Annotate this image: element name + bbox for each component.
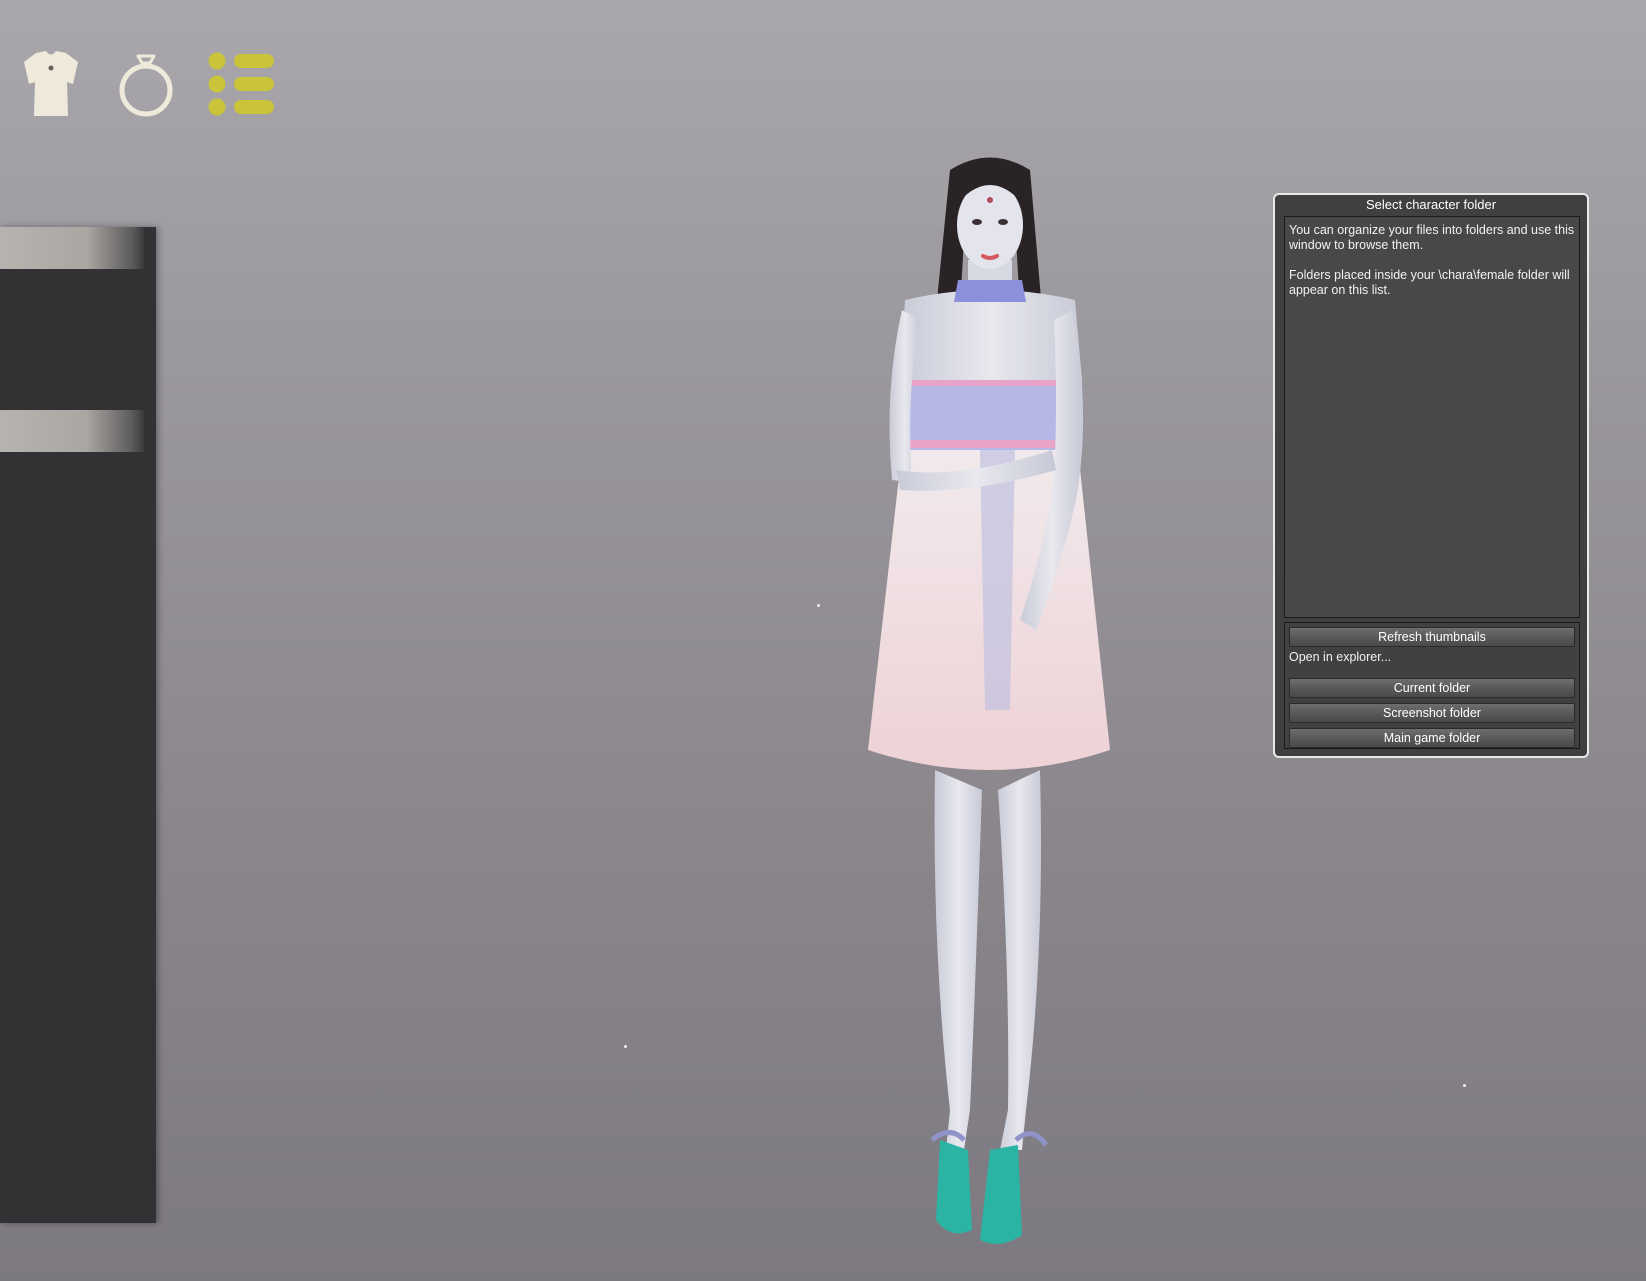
- shirt-icon[interactable]: [20, 48, 82, 120]
- left-side-panel: [0, 227, 156, 1223]
- select-character-folder-window: Select character folder You can organize…: [1273, 193, 1589, 758]
- character-model: [868, 157, 1110, 1244]
- refresh-thumbnails-button[interactable]: Refresh thumbnails: [1289, 627, 1575, 647]
- window-title: Select character folder: [1365, 197, 1497, 212]
- current-folder-button[interactable]: Current folder: [1289, 678, 1575, 698]
- open-in-explorer-label: Open in explorer...: [1289, 650, 1392, 664]
- ring-icon[interactable]: [116, 48, 176, 120]
- list-icon[interactable]: [207, 50, 277, 120]
- main-game-folder-button[interactable]: Main game folder: [1289, 728, 1575, 748]
- folder-list-area[interactable]: You can organize your files into folders…: [1284, 216, 1580, 618]
- description-text-1: You can organize your files into folders…: [1289, 223, 1575, 252]
- sparkle: [817, 604, 820, 607]
- folder-actions-panel: Refresh thumbnails Open in explorer... C…: [1284, 622, 1580, 749]
- screenshot-folder-button[interactable]: Screenshot folder: [1289, 703, 1575, 723]
- panel-tab-strip-1[interactable]: [0, 227, 144, 269]
- sparkle: [624, 1045, 627, 1048]
- sparkle: [1463, 1084, 1466, 1087]
- description-text-2: Folders placed inside your \chara\female…: [1289, 268, 1570, 297]
- panel-tab-strip-2[interactable]: [0, 410, 144, 452]
